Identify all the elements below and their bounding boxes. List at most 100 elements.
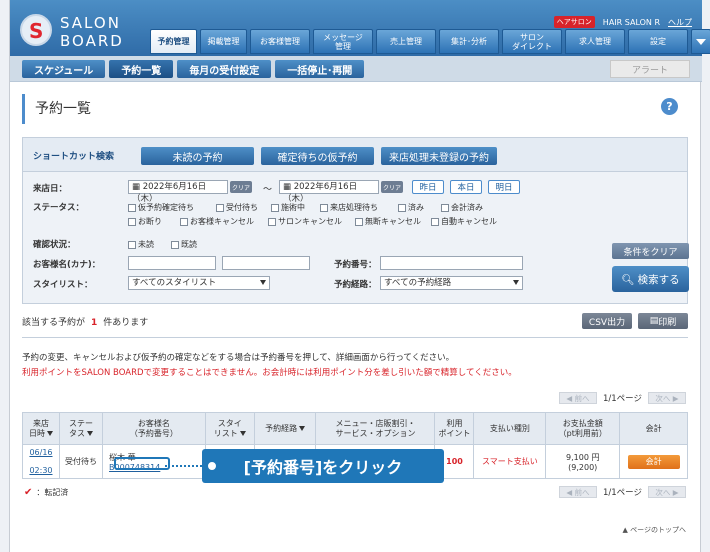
reservation-number-input[interactable] xyxy=(380,256,523,270)
search-button[interactable]: 🔍︎ 検索する xyxy=(612,266,689,292)
reservation-number-highlight xyxy=(114,457,170,470)
prev-page-button[interactable]: ◀ 前へ xyxy=(558,486,597,498)
callout-annotation: [予約番号]をクリック xyxy=(202,449,444,483)
print-icon: ▤ xyxy=(649,316,659,326)
status-checkbox[interactable]: 来店処理待ち xyxy=(320,202,378,213)
status-checkbox[interactable]: 済み xyxy=(398,202,424,213)
shortcut-row: ショートカット検索 未読の予約 確定待ちの仮予約 来店処理未登録の予約 xyxy=(23,138,687,172)
nav-tab-messages[interactable]: メッセージ 管理 xyxy=(313,29,373,54)
confirm-read-checkbox[interactable]: 既読 xyxy=(171,239,197,250)
yesterday-button[interactable]: 昨日 xyxy=(412,180,444,194)
col-route[interactable]: 予約経路 xyxy=(253,412,317,445)
cell-payment: スマート支払い xyxy=(473,444,547,479)
status-label: ステータス： xyxy=(33,203,85,213)
nav-tab-reservations[interactable]: 予約管理 xyxy=(150,29,197,54)
prev-page-button[interactable]: ◀ 前へ xyxy=(558,392,597,404)
shortcut-unregistered-button[interactable]: 来店処理未登録の予約 xyxy=(381,147,497,165)
status-checkbox[interactable]: 受付待ち xyxy=(216,202,258,213)
csv-export-button[interactable]: CSV出力 xyxy=(582,313,632,329)
status-checkbox[interactable]: お断り xyxy=(128,216,162,227)
search-icon: 🔍︎ xyxy=(621,273,635,286)
sort-icon xyxy=(46,430,53,436)
date-from-value: 2022年6月16日（木） xyxy=(132,182,207,204)
brand-line1: SALON xyxy=(60,14,121,32)
logo-letter: S xyxy=(29,19,44,43)
nav-menu-button[interactable] xyxy=(691,29,710,54)
next-page-button[interactable]: 次へ ▶ xyxy=(648,392,686,404)
search-panel: ショートカット検索 未読の予約 確定待ちの仮予約 来店処理未登録の予約 来店日：… xyxy=(22,137,689,304)
status-checkbox[interactable]: サロンキャンセル xyxy=(268,216,342,227)
date-to-input[interactable]: ▦ 2022年6月16日（木） xyxy=(279,180,379,204)
route-label: 予約経路： xyxy=(334,280,377,290)
status-checkbox[interactable]: 自動キャンセル xyxy=(431,216,497,227)
subtab-monthly-settings[interactable]: 毎月の受付設定 xyxy=(177,60,272,78)
callout-connector xyxy=(165,465,206,467)
sort-icon xyxy=(239,430,246,436)
points-warning: 利用ポイントをSALON BOARDで変更することはできません。お会計時には利用… xyxy=(22,368,517,378)
visit-date-link[interactable]: 06/16 xyxy=(29,448,52,457)
status-checkbox[interactable]: 会計済み xyxy=(441,202,483,213)
callout-dot xyxy=(206,460,218,472)
status-checkbox[interactable]: お客様キャンセル xyxy=(180,216,254,227)
shortcut-pending-button[interactable]: 確定待ちの仮予約 xyxy=(261,147,374,165)
shortcut-unread-button[interactable]: 未読の予約 xyxy=(141,147,254,165)
subtab-bulk-stop[interactable]: 一括停止･再開 xyxy=(275,60,365,78)
sort-icon xyxy=(86,430,93,436)
col-menu: メニュー・店販割引・ サービス・オプション xyxy=(315,412,436,445)
col-status[interactable]: ステー タス xyxy=(58,412,104,445)
col-visit-datetime[interactable]: 来店 日時 xyxy=(22,412,60,445)
checkout-button[interactable]: 会計 xyxy=(627,454,680,469)
page-title: 予約一覧 xyxy=(22,94,91,124)
chevron-left-icon: ◀ xyxy=(566,487,573,497)
status-checkbox[interactable]: 施術中 xyxy=(271,202,305,213)
help-icon[interactable]: ? xyxy=(661,98,678,115)
nav-tab-customers[interactable]: お客様管理 xyxy=(250,29,310,54)
subtab-schedule[interactable]: スケジュール xyxy=(22,60,106,78)
col-checkout: 会計 xyxy=(619,412,688,445)
clear-conditions-button[interactable]: 条件をクリア xyxy=(612,243,689,259)
print-button[interactable]: ▤ 印刷 xyxy=(638,313,688,329)
visit-date-label: 来店日： xyxy=(33,184,68,194)
cell-amount: 9,100 円 (9,200) xyxy=(545,444,621,479)
subtab-reservation-list[interactable]: 予約一覧 xyxy=(109,60,174,78)
nav-tab-salon-direct[interactable]: サロン ダイレクト xyxy=(502,29,562,54)
status-checkbox[interactable]: 無断キャンセル xyxy=(355,216,421,227)
col-stylist[interactable]: スタイ リスト xyxy=(204,412,255,445)
date-from-input[interactable]: ▦ 2022年6月16日（木） xyxy=(128,180,228,204)
status-checkbox[interactable]: 仮予約確定待ち xyxy=(128,202,194,213)
chevron-right-icon: ▶ xyxy=(672,393,679,403)
back-to-top-link[interactable]: ▲ ページのトップへ xyxy=(623,525,686,535)
date-to-clear[interactable]: クリア xyxy=(381,181,403,193)
nav-tab-listing[interactable]: 掲載管理 xyxy=(200,29,247,54)
date-separator: ～ xyxy=(263,185,273,195)
nav-tab-recruit[interactable]: 求人管理 xyxy=(565,29,625,54)
salon-type-badge: ヘアサロン xyxy=(553,16,595,28)
col-points: 利用 ポイント xyxy=(434,412,475,445)
legend: ✔ ：転記済 xyxy=(24,487,68,498)
nav-tab-analytics[interactable]: 集計･分析 xyxy=(439,29,499,54)
customer-name-label: お客様名(カナ)： xyxy=(33,260,101,270)
search-button-label: 検索する xyxy=(637,273,680,286)
tomorrow-button[interactable]: 明日 xyxy=(488,180,520,194)
today-button[interactable]: 本日 xyxy=(450,180,482,194)
help-link[interactable]: ヘルプ xyxy=(668,17,692,28)
stylist-select[interactable]: すべてのスタイリスト xyxy=(128,276,270,290)
salon-board-logo[interactable]: S xyxy=(20,14,52,46)
route-select[interactable]: すべての予約経路 xyxy=(380,276,523,290)
next-page-button[interactable]: 次へ ▶ xyxy=(648,486,686,498)
customer-first-name-input[interactable] xyxy=(222,256,310,270)
sub-nav: スケジュール 予約一覧 毎月の受付設定 一括停止･再開 アラート xyxy=(10,56,702,82)
result-count: 該当する予約が 1 件あります xyxy=(22,318,149,328)
table-header-row: 来店 日時 ステー タス お客様名 （予約番号） スタイ リスト 予約経路 メニ… xyxy=(22,412,688,445)
legend-text: ：転記済 xyxy=(36,488,69,497)
alert-button[interactable]: アラート xyxy=(610,60,690,78)
nav-tab-settings[interactable]: 設定 xyxy=(628,29,688,54)
date-from-clear[interactable]: クリア xyxy=(230,181,252,193)
sort-icon xyxy=(299,425,306,431)
nav-tab-sales[interactable]: 売上管理 xyxy=(376,29,436,54)
customer-last-name-input[interactable] xyxy=(128,256,216,270)
chevron-down-icon xyxy=(696,38,706,45)
route-select-value: すべての予約経路 xyxy=(384,278,452,288)
confirm-unread-checkbox[interactable]: 未読 xyxy=(128,239,154,250)
visit-time-link[interactable]: 02:30 xyxy=(29,466,52,475)
